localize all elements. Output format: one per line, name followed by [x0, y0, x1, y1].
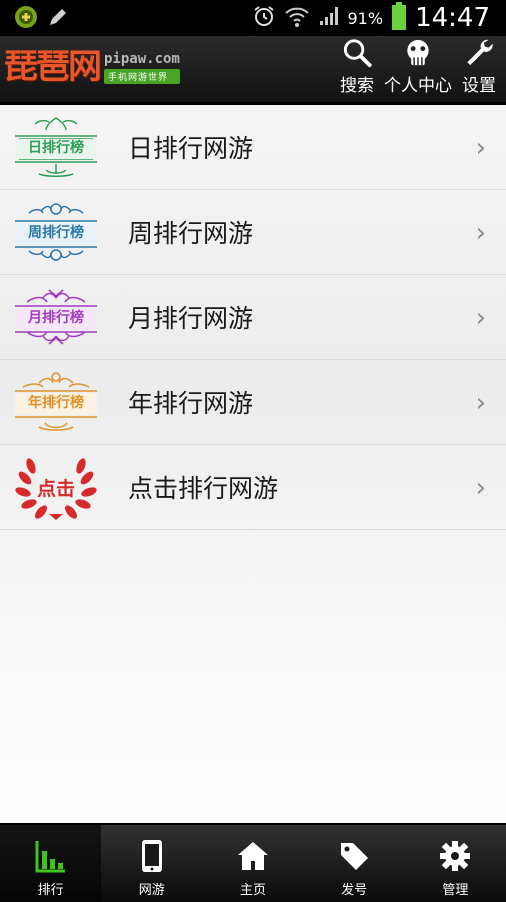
search-button[interactable]: 搜索 [340, 36, 374, 102]
chevron-right-icon: › [475, 218, 486, 248]
list-item-label: 周排行网游 [128, 219, 254, 248]
gear-icon [440, 841, 471, 871]
list-item-yearly-ranking[interactable]: 年排行榜 年排行网游 › [0, 360, 506, 445]
tag-icon [341, 843, 369, 870]
app-notification-icon [14, 5, 38, 33]
list-item-daily-ranking[interactable]: 日排行榜 日排行网游 › [0, 105, 506, 190]
badge-text: 周排行榜 [28, 225, 84, 241]
user-center-button[interactable]: 个人中心 [384, 36, 452, 102]
battery-percent: 91% [347, 8, 384, 28]
logo-domain: pipaw.com [104, 51, 180, 67]
wifi-icon [284, 4, 310, 32]
list-item-label: 日排行网游 [128, 134, 254, 163]
list-item-label: 月排行网游 [128, 304, 254, 333]
list-item-monthly-ranking[interactable]: 月排行榜 月排行网游 › [0, 275, 506, 360]
chevron-right-icon: › [475, 473, 486, 503]
nav-label: 主页 [240, 883, 267, 898]
battery-icon [391, 2, 407, 34]
nav-item-manage[interactable]: 管理 [405, 825, 506, 902]
list-item-weekly-ranking[interactable]: 周排行榜 周排行网游 › [0, 190, 506, 275]
list-item-click-ranking[interactable]: 点击 点击排行网游 › [0, 445, 506, 530]
badge-text: 点击 [36, 477, 75, 500]
phone-icon [141, 840, 162, 872]
bar-chart-icon [35, 841, 65, 873]
logo: 琵琶网 pipaw.com 手机网游世界 [4, 46, 180, 88]
nav-label: 排行 [37, 883, 64, 898]
search-label: 搜索 [340, 76, 374, 96]
user-center-label: 个人中心 [384, 76, 452, 96]
alarm-icon [252, 4, 276, 32]
bottom-nav: 排行 网游 主页 发号 管理 [0, 823, 506, 902]
signal-icon [318, 5, 340, 31]
weekly-ranking-badge-icon: 周排行榜 [6, 197, 106, 267]
nav-item-home[interactable]: 主页 [202, 825, 303, 902]
monthly-ranking-badge-icon: 月排行榜 [6, 282, 106, 352]
status-bar: 91% 14:47 [0, 0, 506, 36]
list-item-label: 年排行网游 [128, 389, 254, 418]
logo-text: 琵琶网 [4, 47, 102, 87]
nav-label: 发号 [341, 883, 368, 898]
badge-text: 月排行榜 [28, 310, 84, 326]
nav-item-gift-codes[interactable]: 发号 [304, 825, 405, 902]
nav-label: 网游 [138, 883, 165, 898]
chevron-right-icon: › [475, 303, 486, 333]
app-header: 琵琶网 pipaw.com 手机网游世界 搜索 个人中心 设置 [0, 36, 506, 105]
pencil-icon [46, 5, 70, 33]
ranking-list: 日排行榜 日排行网游 › 周排行榜 周排行网游 › 月排行榜 月排行网游 › 年… [0, 105, 506, 823]
nav-item-games[interactable]: 网游 [101, 825, 202, 902]
settings-button[interactable]: 设置 [462, 36, 496, 102]
list-item-label: 点击排行网游 [128, 474, 279, 503]
nav-label: 管理 [442, 883, 469, 898]
chevron-right-icon: › [475, 388, 486, 418]
nav-item-ranking[interactable]: 排行 [0, 825, 102, 902]
daily-ranking-badge-icon: 日排行榜 [6, 112, 106, 182]
home-icon [238, 842, 268, 870]
clock: 14:47 [415, 3, 490, 33]
chevron-right-icon: › [475, 133, 486, 163]
laurel-wreath-icon: 点击 [6, 452, 106, 522]
settings-label: 设置 [462, 76, 496, 96]
badge-text: 日排行榜 [28, 140, 84, 156]
badge-text: 年排行榜 [28, 395, 84, 411]
yearly-ranking-badge-icon: 年排行榜 [6, 367, 106, 437]
wrench-icon [467, 39, 493, 66]
logo-tagline: 手机网游世界 [104, 69, 180, 84]
user-center-icon [407, 39, 429, 66]
search-icon [343, 39, 372, 68]
